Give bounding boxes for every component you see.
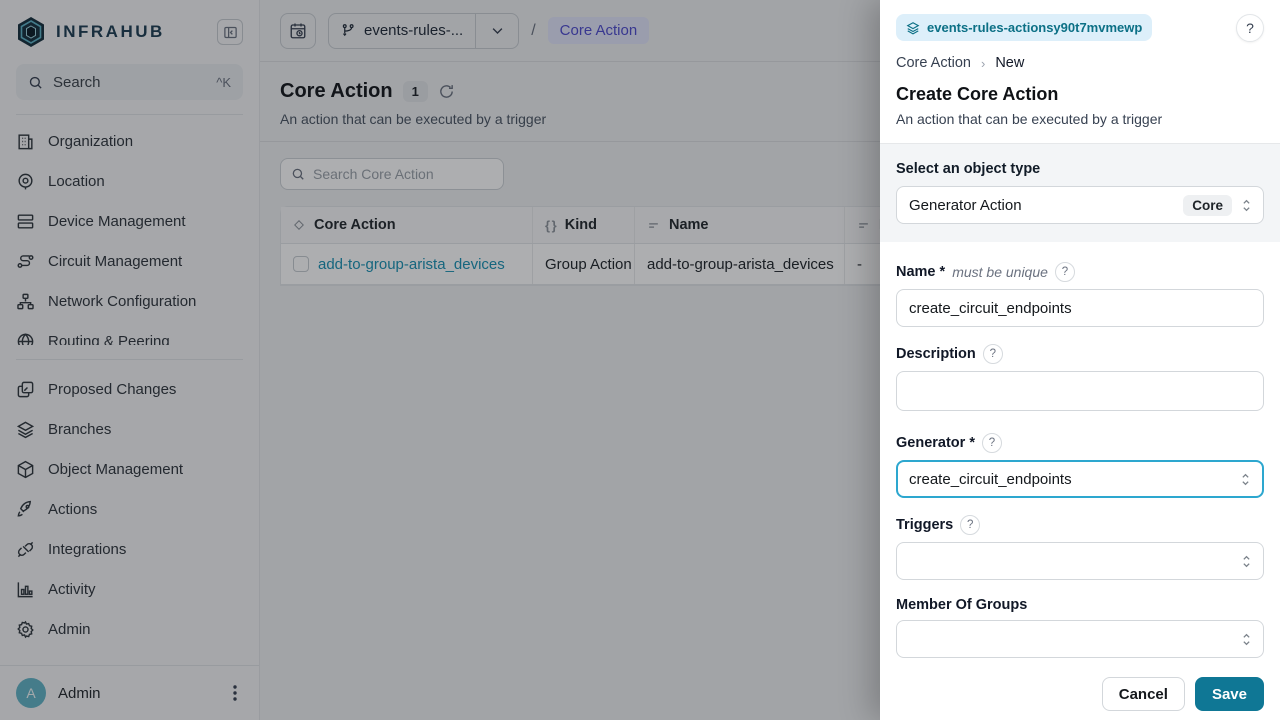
breadcrumb-parent[interactable]: Core Action — [896, 55, 971, 71]
drawer-breadcrumb: Core Action › New — [896, 55, 1264, 71]
object-type-value: Generator Action — [909, 197, 1175, 214]
field-name: Name * must be unique ? — [896, 262, 1264, 327]
generator-select[interactable]: create_circuit_endpoints — [896, 460, 1264, 498]
member-of-groups-label: Member Of Groups — [896, 597, 1027, 613]
chevron-updown-icon — [1240, 554, 1253, 569]
question-icon[interactable]: ? — [983, 344, 1003, 364]
name-input[interactable] — [896, 289, 1264, 327]
chevron-updown-icon — [1240, 632, 1253, 647]
create-drawer: events-rules-actionsy90t7mvmewp ? Core A… — [880, 0, 1280, 720]
name-hint: must be unique — [952, 264, 1048, 280]
triggers-select[interactable] — [896, 542, 1264, 580]
field-generator: Generator * ? create_circuit_endpoints — [896, 433, 1264, 498]
drawer-title: Create Core Action — [896, 84, 1264, 105]
branch-badge: events-rules-actionsy90t7mvmewp — [896, 14, 1152, 41]
field-member-of-groups: Member Of Groups — [896, 597, 1264, 658]
field-description: Description ? — [896, 344, 1264, 416]
generator-value: create_circuit_endpoints — [909, 471, 1231, 488]
help-button[interactable]: ? — [1236, 14, 1264, 42]
cancel-button[interactable]: Cancel — [1102, 677, 1185, 711]
field-triggers: Triggers ? — [896, 515, 1264, 580]
drawer-subtitle: An action that can be executed by a trig… — [896, 111, 1264, 143]
description-label: Description — [896, 346, 976, 362]
object-type-section: Select an object type Generator Action C… — [880, 143, 1280, 242]
object-type-select[interactable]: Generator Action Core — [896, 186, 1264, 224]
name-label: Name * — [896, 264, 945, 280]
namespace-chip: Core — [1183, 195, 1232, 216]
drawer-footer: Cancel Save — [880, 675, 1280, 711]
question-icon[interactable]: ? — [960, 515, 980, 535]
layers-icon — [906, 21, 920, 35]
question-icon[interactable]: ? — [982, 433, 1002, 453]
chevron-updown-icon — [1239, 472, 1252, 487]
branch-badge-label: events-rules-actionsy90t7mvmewp — [927, 20, 1142, 35]
save-button[interactable]: Save — [1195, 677, 1264, 711]
chevron-updown-icon — [1240, 198, 1253, 213]
question-icon[interactable]: ? — [1055, 262, 1075, 282]
triggers-label: Triggers — [896, 517, 953, 533]
object-type-label: Select an object type — [896, 161, 1264, 177]
create-form: Name * must be unique ? Description ? Ge… — [880, 242, 1280, 658]
chevron-right-icon: › — [981, 56, 985, 71]
member-of-groups-select[interactable] — [896, 620, 1264, 658]
generator-label: Generator * — [896, 435, 975, 451]
description-input[interactable] — [896, 371, 1264, 411]
breadcrumb-current: New — [995, 55, 1024, 71]
